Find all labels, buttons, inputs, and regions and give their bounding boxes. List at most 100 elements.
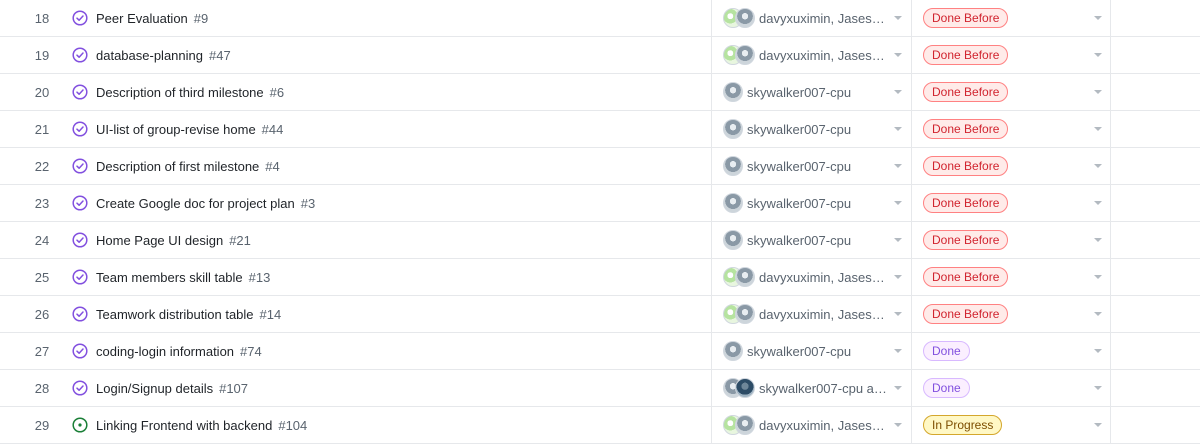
status-dropdown-icon[interactable] bbox=[1094, 386, 1102, 390]
assignees-cell[interactable]: davyxuximin, Jases… bbox=[711, 259, 910, 295]
issue-title[interactable]: Description of first milestone bbox=[96, 159, 259, 174]
status-dropdown-icon[interactable] bbox=[1094, 53, 1102, 57]
status-dropdown-icon[interactable] bbox=[1094, 164, 1102, 168]
assignees-cell[interactable]: skywalker007-cpu a… bbox=[711, 370, 910, 406]
issue-title[interactable]: UI-list of group-revise home bbox=[96, 122, 256, 137]
assignees-dropdown-icon[interactable] bbox=[894, 238, 902, 242]
status-cell[interactable]: Done bbox=[911, 333, 1110, 369]
title-cell[interactable]: Login/Signup details #107 bbox=[68, 370, 710, 406]
title-cell[interactable]: Linking Frontend with backend #104 bbox=[68, 407, 710, 443]
table-row[interactable]: 23 Create Google doc for project plan #3… bbox=[0, 185, 1200, 222]
issue-title[interactable]: Peer Evaluation bbox=[96, 11, 188, 26]
table-row[interactable]: 27 coding-login information #74 skywalke… bbox=[0, 333, 1200, 370]
status-dropdown-icon[interactable] bbox=[1094, 312, 1102, 316]
assignees-cell[interactable]: davyxuximin, Jases… bbox=[711, 296, 910, 332]
table-row[interactable]: 29 Linking Frontend with backend #104 da… bbox=[0, 407, 1200, 444]
status-dropdown-icon[interactable] bbox=[1094, 349, 1102, 353]
assignees-dropdown-icon[interactable] bbox=[894, 349, 902, 353]
title-cell[interactable]: UI-list of group-revise home #44 bbox=[68, 111, 710, 147]
assignees-dropdown-icon[interactable] bbox=[894, 164, 902, 168]
status-cell[interactable]: Done Before bbox=[911, 296, 1110, 332]
empty-field-cell[interactable] bbox=[1110, 296, 1200, 332]
issue-number[interactable]: #14 bbox=[260, 307, 282, 322]
assignees-cell[interactable]: davyxuximin, Jases… bbox=[711, 0, 910, 36]
status-cell[interactable]: Done Before bbox=[911, 111, 1110, 147]
table-row[interactable]: 19 database-planning #47 davyxuximin, Ja… bbox=[0, 37, 1200, 74]
title-cell[interactable]: database-planning #47 bbox=[68, 37, 710, 73]
table-row[interactable]: 20 Description of third milestone #6 sky… bbox=[0, 74, 1200, 111]
table-row[interactable]: 24 Home Page UI design #21 skywalker007-… bbox=[0, 222, 1200, 259]
issue-number[interactable]: #74 bbox=[240, 344, 262, 359]
title-cell[interactable]: Description of third milestone #6 bbox=[68, 74, 710, 110]
assignees-dropdown-icon[interactable] bbox=[894, 201, 902, 205]
issue-number[interactable]: #3 bbox=[301, 196, 315, 211]
issue-number[interactable]: #6 bbox=[270, 85, 284, 100]
status-dropdown-icon[interactable] bbox=[1094, 90, 1102, 94]
status-dropdown-icon[interactable] bbox=[1094, 201, 1102, 205]
empty-field-cell[interactable] bbox=[1110, 111, 1200, 147]
status-cell[interactable]: Done Before bbox=[911, 74, 1110, 110]
assignees-dropdown-icon[interactable] bbox=[894, 386, 902, 390]
empty-field-cell[interactable] bbox=[1110, 37, 1200, 73]
status-dropdown-icon[interactable] bbox=[1094, 275, 1102, 279]
title-cell[interactable]: Home Page UI design #21 bbox=[68, 222, 710, 258]
status-cell[interactable]: Done Before bbox=[911, 185, 1110, 221]
assignees-cell[interactable]: davyxuximin, Jases… bbox=[711, 37, 910, 73]
table-row[interactable]: 18 Peer Evaluation #9 davyxuximin, Jases… bbox=[0, 0, 1200, 37]
status-cell[interactable]: Done Before bbox=[911, 259, 1110, 295]
assignees-dropdown-icon[interactable] bbox=[894, 275, 902, 279]
assignees-dropdown-icon[interactable] bbox=[894, 423, 902, 427]
issue-title[interactable]: coding-login information bbox=[96, 344, 234, 359]
assignees-cell[interactable]: skywalker007-cpu bbox=[711, 74, 910, 110]
issue-number[interactable]: #107 bbox=[219, 381, 248, 396]
status-cell[interactable]: Done Before bbox=[911, 37, 1110, 73]
empty-field-cell[interactable] bbox=[1110, 407, 1200, 443]
assignees-dropdown-icon[interactable] bbox=[894, 16, 902, 20]
empty-field-cell[interactable] bbox=[1110, 333, 1200, 369]
status-cell[interactable]: Done Before bbox=[911, 148, 1110, 184]
title-cell[interactable]: Team members skill table #13 bbox=[68, 259, 710, 295]
issue-number[interactable]: #13 bbox=[249, 270, 271, 285]
assignees-cell[interactable]: skywalker007-cpu bbox=[711, 148, 910, 184]
status-dropdown-icon[interactable] bbox=[1094, 423, 1102, 427]
issue-title[interactable]: Teamwork distribution table bbox=[96, 307, 254, 322]
assignees-cell[interactable]: davyxuximin, Jases… bbox=[711, 407, 910, 443]
assignees-cell[interactable]: skywalker007-cpu bbox=[711, 185, 910, 221]
empty-field-cell[interactable] bbox=[1110, 259, 1200, 295]
issue-title[interactable]: Linking Frontend with backend bbox=[96, 418, 272, 433]
empty-field-cell[interactable] bbox=[1110, 185, 1200, 221]
status-cell[interactable]: Done bbox=[911, 370, 1110, 406]
title-cell[interactable]: Description of first milestone #4 bbox=[68, 148, 710, 184]
assignees-dropdown-icon[interactable] bbox=[894, 90, 902, 94]
status-cell[interactable]: Done Before bbox=[911, 222, 1110, 258]
title-cell[interactable]: Peer Evaluation #9 bbox=[68, 0, 710, 36]
table-row[interactable]: 21 UI-list of group-revise home #44 skyw… bbox=[0, 111, 1200, 148]
empty-field-cell[interactable] bbox=[1110, 148, 1200, 184]
status-cell[interactable]: Done Before bbox=[911, 0, 1110, 36]
empty-field-cell[interactable] bbox=[1110, 222, 1200, 258]
table-row[interactable]: 28 Login/Signup details #107 skywalker00… bbox=[0, 370, 1200, 407]
issue-number[interactable]: #47 bbox=[209, 48, 231, 63]
assignees-dropdown-icon[interactable] bbox=[894, 53, 902, 57]
status-dropdown-icon[interactable] bbox=[1094, 127, 1102, 131]
table-row[interactable]: 26 Teamwork distribution table #14 davyx… bbox=[0, 296, 1200, 333]
issue-number[interactable]: #4 bbox=[265, 159, 279, 174]
issue-title[interactable]: Team members skill table bbox=[96, 270, 243, 285]
issue-title[interactable]: Login/Signup details bbox=[96, 381, 213, 396]
issue-title[interactable]: database-planning bbox=[96, 48, 203, 63]
assignees-cell[interactable]: skywalker007-cpu bbox=[711, 333, 910, 369]
issue-title[interactable]: Home Page UI design bbox=[96, 233, 223, 248]
empty-field-cell[interactable] bbox=[1110, 370, 1200, 406]
status-dropdown-icon[interactable] bbox=[1094, 16, 1102, 20]
issue-number[interactable]: #44 bbox=[262, 122, 284, 137]
assignees-dropdown-icon[interactable] bbox=[894, 312, 902, 316]
title-cell[interactable]: Create Google doc for project plan #3 bbox=[68, 185, 710, 221]
status-cell[interactable]: In Progress bbox=[911, 407, 1110, 443]
status-dropdown-icon[interactable] bbox=[1094, 238, 1102, 242]
issue-number[interactable]: #104 bbox=[278, 418, 307, 433]
title-cell[interactable]: coding-login information #74 bbox=[68, 333, 710, 369]
table-row[interactable]: 22 Description of first milestone #4 sky… bbox=[0, 148, 1200, 185]
assignees-cell[interactable]: skywalker007-cpu bbox=[711, 111, 910, 147]
issue-number[interactable]: #21 bbox=[229, 233, 251, 248]
issue-title[interactable]: Description of third milestone bbox=[96, 85, 264, 100]
